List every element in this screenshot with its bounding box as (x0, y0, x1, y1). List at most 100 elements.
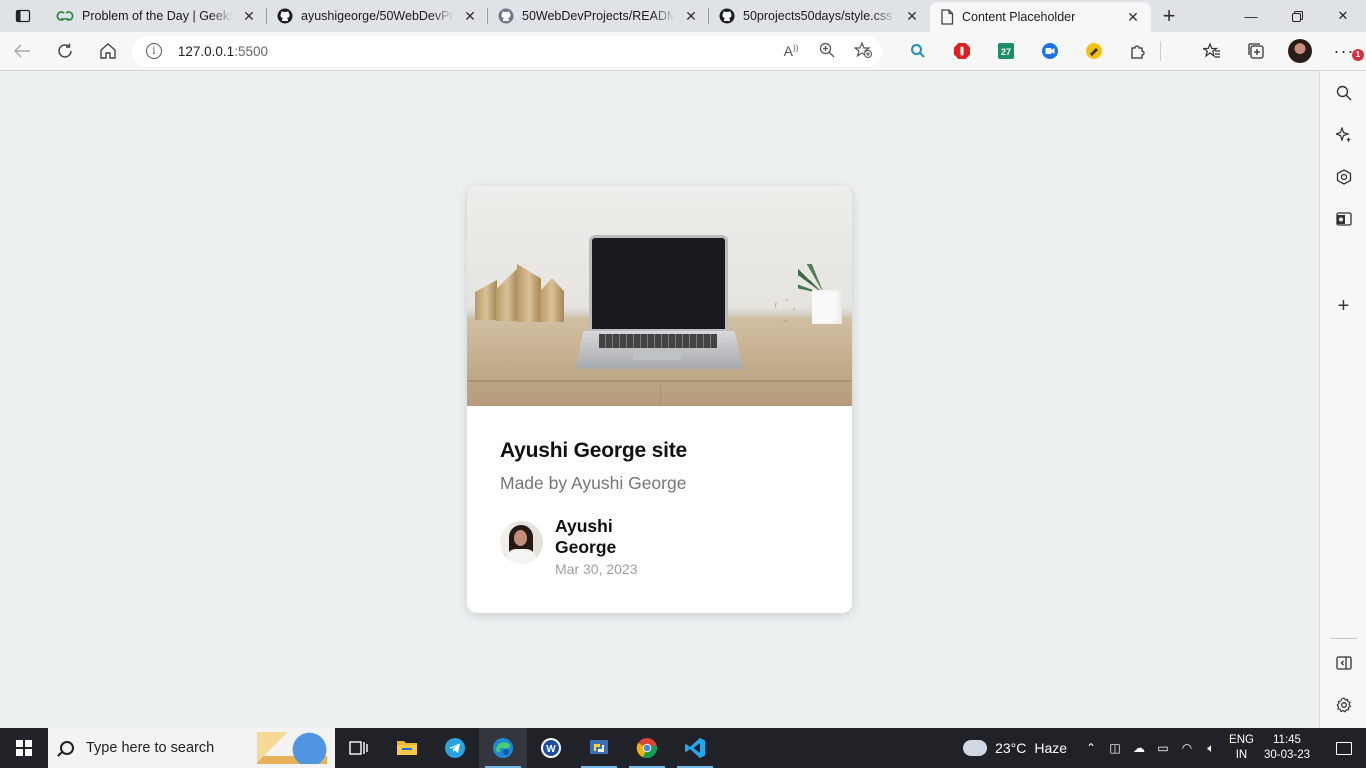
extensions-button[interactable] (1116, 32, 1160, 71)
wifi-icon[interactable]: ◠ (1175, 741, 1199, 755)
sidebar-add-button[interactable]: + (1320, 288, 1366, 324)
close-icon[interactable]: ✕ (683, 8, 699, 24)
python-idle-button[interactable] (575, 728, 623, 768)
tab-github-style[interactable]: 50projects50days/style.css at ✕ (709, 0, 930, 32)
telegram-button[interactable] (431, 728, 479, 768)
github-icon (277, 8, 293, 24)
address-bar[interactable]: i 127.0.0.1:5500 A)) (131, 35, 882, 67)
task-view-icon (349, 741, 368, 755)
taskbar-search-box[interactable]: Type here to search (48, 728, 335, 768)
calendar-icon: 27 (997, 43, 1014, 59)
language-indicator[interactable]: ENG IN (1229, 733, 1254, 763)
adblock-icon (953, 43, 970, 59)
tab-actions-icon (15, 9, 31, 23)
vscode-icon (685, 738, 705, 758)
url-port: :5500 (234, 43, 268, 59)
sidebar-games-button[interactable] (1320, 159, 1366, 195)
sidebar-search-button[interactable] (1320, 75, 1366, 111)
settings-more-button[interactable]: ··· 1 (1322, 32, 1366, 71)
toolbar-divider (1159, 41, 1190, 61)
search-icon (60, 741, 74, 755)
geeksforgeeks-icon (56, 11, 74, 21)
collections-icon (1248, 43, 1264, 59)
camera-icon (1041, 43, 1058, 59)
battery-icon[interactable]: ▭ (1151, 741, 1175, 755)
close-icon[interactable]: ✕ (241, 8, 257, 24)
meet-now-icon[interactable]: ◫ (1103, 741, 1127, 755)
author-profile-image (500, 521, 543, 564)
chrome-icon (636, 738, 657, 759)
close-window-button[interactable]: ✕ (1320, 0, 1366, 32)
adblock-extension-button[interactable] (940, 32, 984, 71)
content-card: Ayushi George site Made by Ayushi George… (467, 186, 852, 613)
close-icon[interactable]: ✕ (1125, 9, 1141, 25)
chevron-up-icon[interactable]: ⌃ (1079, 741, 1103, 755)
sidebar-divider (1330, 638, 1357, 639)
start-button[interactable] (0, 728, 48, 768)
close-icon[interactable]: ✕ (904, 8, 920, 24)
desk-seam (660, 382, 661, 406)
restore-button[interactable] (1274, 0, 1320, 32)
sidebar-hide-button[interactable] (1320, 645, 1366, 681)
calendar-extension-button[interactable]: 27 (984, 32, 1028, 71)
sidebar-settings-button[interactable] (1320, 687, 1366, 723)
volume-icon[interactable]: 🔈︎ (1199, 741, 1223, 756)
home-button[interactable] (87, 32, 130, 71)
refresh-button[interactable] (43, 32, 86, 71)
address-url[interactable]: 127.0.0.1:5500 (178, 44, 268, 59)
tab-github-readme[interactable]: 50WebDevProjects/README. ✕ (488, 0, 709, 32)
zoom-icon[interactable] (816, 42, 838, 61)
weather-temperature: 23°C (995, 740, 1027, 756)
clock-time: 11:45 (1273, 734, 1301, 746)
tab-actions-button[interactable] (0, 0, 46, 32)
clock[interactable]: 11:45 30-03-23 (1264, 733, 1310, 763)
edge-button[interactable] (479, 728, 527, 768)
task-view-button[interactable] (335, 728, 383, 768)
browser-toolbar: i 127.0.0.1:5500 A)) 27 ··· 1 (0, 32, 1366, 71)
chrome-button[interactable] (623, 728, 671, 768)
sidebar-discover-button[interactable] (1320, 117, 1366, 153)
new-tab-button[interactable]: + (1151, 0, 1187, 32)
tab-title: Content Placeholder (962, 10, 1076, 24)
weather-condition: Haze (1034, 740, 1068, 756)
author-name: Ayushi George (555, 516, 617, 557)
word-icon: W (541, 738, 561, 758)
tab-github-repo[interactable]: ayushigeorge/50WebDevProj ✕ (267, 0, 488, 32)
notification-icon (1336, 741, 1352, 755)
github-icon (498, 8, 514, 24)
screen-recorder-extension-button[interactable] (1028, 32, 1072, 71)
back-button[interactable] (0, 32, 43, 71)
highlighter-extension-button[interactable] (1072, 32, 1116, 71)
tab-strip: Problem of the Day | Geeksfo ✕ ayushigeo… (0, 0, 1366, 32)
close-icon[interactable]: ✕ (462, 8, 478, 24)
vscode-button[interactable] (671, 728, 719, 768)
minimize-button[interactable]: — (1228, 0, 1274, 32)
language-code: ENG (1229, 734, 1254, 746)
read-aloud-icon[interactable]: A)) (780, 43, 802, 59)
minimize-icon: — (1244, 8, 1258, 24)
post-date: Mar 30, 2023 (555, 561, 638, 577)
onedrive-icon[interactable]: ☁ (1127, 741, 1151, 755)
games-icon (1336, 169, 1351, 185)
notifications-button[interactable] (1322, 728, 1366, 768)
file-explorer-button[interactable] (383, 728, 431, 768)
search-extension-button[interactable] (896, 32, 940, 71)
github-icon (719, 8, 735, 24)
home-icon (100, 43, 116, 59)
tab-content-placeholder[interactable]: Content Placeholder ✕ (930, 2, 1151, 32)
weather-widget[interactable]: 23°C Haze (963, 734, 1068, 756)
card-body: Ayushi George site Made by Ayushi George… (467, 406, 852, 577)
outlook-icon (1335, 212, 1352, 226)
word-app-button[interactable]: W (527, 728, 575, 768)
tab-title: 50WebDevProjects/README. (522, 9, 675, 23)
tab-geeksforgeeks[interactable]: Problem of the Day | Geeksfo ✕ (46, 0, 267, 32)
plant-pot (812, 290, 842, 324)
favorites-button[interactable] (1190, 32, 1234, 71)
tab-title: Problem of the Day | Geeksfo (82, 9, 233, 23)
add-favorite-icon[interactable] (852, 40, 874, 61)
decor-block (540, 278, 564, 322)
profile-button[interactable] (1278, 32, 1322, 71)
site-info-icon[interactable]: i (145, 43, 162, 59)
collections-button[interactable] (1234, 32, 1278, 71)
sidebar-outlook-button[interactable] (1320, 201, 1366, 237)
